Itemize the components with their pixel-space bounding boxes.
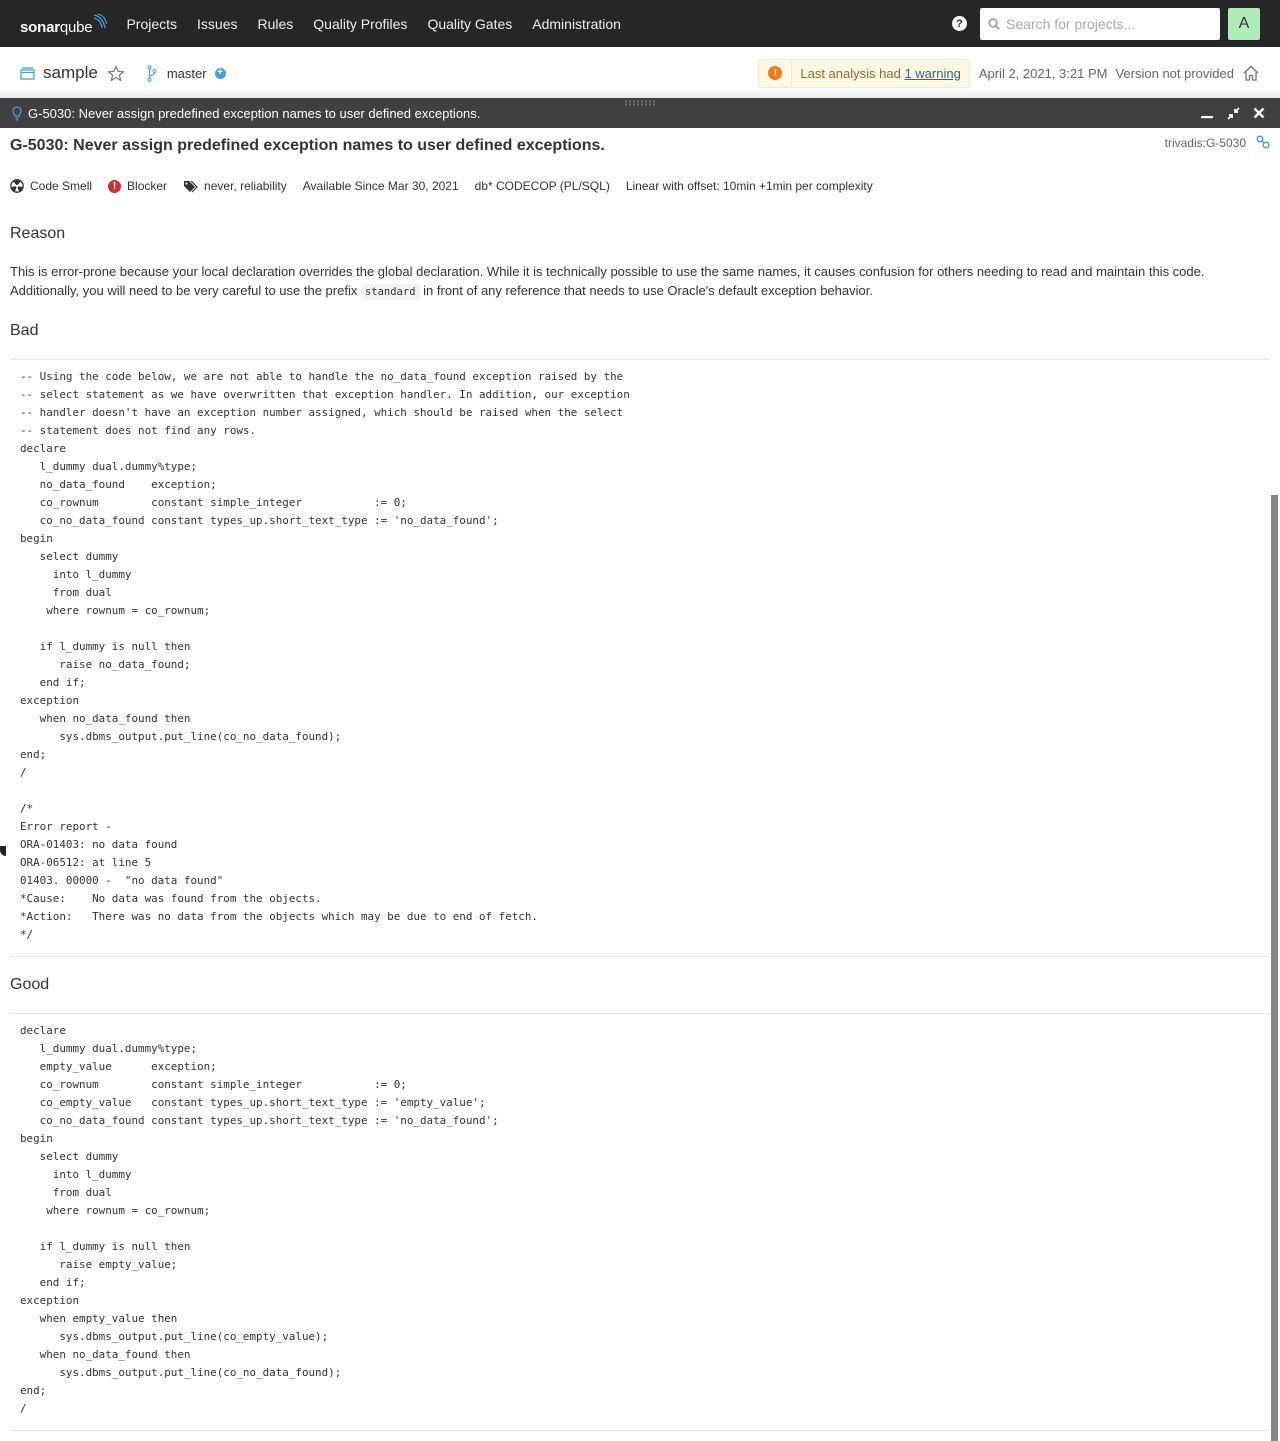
rule-key: trivadis:G-5030	[1164, 136, 1246, 150]
permalink-icon[interactable]	[1256, 135, 1270, 149]
user-avatar[interactable]: A	[1228, 7, 1260, 40]
logo-waves-icon	[94, 13, 108, 28]
minimize-button[interactable]	[1200, 106, 1214, 120]
analysis-warning-banner: ! Last analysis had 1 warning	[758, 58, 970, 88]
good-heading: Good	[10, 976, 50, 993]
rule-title: G-5030: Never assign predefined exceptio…	[10, 137, 605, 154]
rule-available-since: Available Since Mar 30, 2021	[302, 179, 459, 193]
branch-name[interactable]: master	[167, 66, 207, 81]
add-branch-icon[interactable]: +	[214, 67, 226, 79]
workspace-resize-handle[interactable]	[624, 100, 656, 106]
logo-text-light: qube	[59, 18, 93, 36]
minimize-icon	[1201, 116, 1213, 119]
analysis-date: April 2, 2021, 3:21 PM	[978, 65, 1108, 81]
search-icon	[988, 17, 1000, 30]
rule-tags-label: never, reliability	[204, 179, 287, 193]
close-icon	[1253, 107, 1265, 119]
workspace-controls	[1188, 106, 1266, 120]
workspace-title: G-5030: Never assign predefined exceptio…	[28, 105, 481, 121]
project-search[interactable]	[980, 7, 1220, 40]
bad-heading: Bad	[10, 322, 39, 339]
home-icon[interactable]	[1242, 65, 1260, 81]
nav-quality-profiles[interactable]: Quality Profiles	[303, 16, 417, 32]
top-navbar: sonar qube Projects Issues Rules Quality …	[0, 0, 1280, 47]
close-button[interactable]	[1252, 106, 1266, 120]
rule-meta: Code Smell ! Blocker never, reliability …	[10, 179, 889, 193]
rule-details: G-5030: Never assign predefined exceptio…	[0, 128, 1270, 1441]
code-smell-icon	[10, 179, 24, 193]
compress-icon	[1226, 106, 1240, 120]
workspace-header: G-5030: Never assign predefined exceptio…	[0, 98, 1280, 128]
collapse-button[interactable]	[1226, 106, 1240, 120]
divider	[10, 359, 1270, 360]
nav-projects[interactable]: Projects	[116, 16, 187, 32]
divider	[10, 1013, 1270, 1014]
reason-heading: Reason	[10, 225, 66, 242]
warning-link[interactable]: 1 warning	[904, 66, 960, 81]
nav-rules[interactable]: Rules	[247, 16, 303, 32]
logo-text-bold: sonar	[20, 18, 60, 36]
rule-repository: db* CODECOP (PL/SQL)	[474, 179, 610, 193]
rule-type: Code Smell	[10, 179, 92, 193]
nav-administration[interactable]: Administration	[522, 16, 631, 32]
search-input[interactable]	[1006, 15, 1206, 32]
divider	[10, 956, 1270, 957]
project-icon	[20, 66, 35, 80]
nav-quality-gates[interactable]: Quality Gates	[417, 16, 522, 32]
main-nav: Projects Issues Rules Quality Profiles Q…	[116, 16, 631, 32]
navbar-right: ? A	[952, 7, 1280, 40]
blocker-icon: !	[108, 179, 122, 193]
rule-remediation: Linear with offset: 10min +1min per comp…	[625, 179, 873, 193]
rule-tags: never, reliability	[183, 179, 287, 193]
rule-severity-label: Blocker	[127, 179, 168, 193]
inline-code-standard: standard	[360, 284, 420, 300]
divider	[10, 1430, 1270, 1431]
sonarqube-logo[interactable]: sonar qube	[20, 12, 108, 36]
help-icon[interactable]: ?	[952, 16, 967, 31]
warning-icon: !	[768, 66, 783, 80]
reason-text: This is error-prone because your local d…	[10, 264, 1205, 300]
tag-icon	[184, 180, 198, 192]
rule-type-label: Code Smell	[30, 179, 93, 193]
project-version: Version not provided	[1115, 65, 1234, 81]
lightbulb-icon	[12, 105, 22, 120]
rule-severity: ! Blocker	[108, 179, 167, 193]
project-name[interactable]: sample	[43, 63, 98, 83]
good-code-block: declare l_dummy dual.dummy%type; empty_v…	[20, 1024, 499, 1415]
favorite-star-icon[interactable]	[107, 64, 125, 82]
project-meta: ! Last analysis had 1 warning April 2, 2…	[758, 58, 1260, 88]
scrollbar-thumb[interactable]	[1271, 495, 1278, 1441]
nav-issues[interactable]: Issues	[187, 16, 247, 32]
bad-code-block: -- Using the code below, we are not able…	[20, 370, 630, 941]
branch-icon	[147, 64, 157, 82]
warning-text: Last analysis had	[800, 65, 905, 81]
